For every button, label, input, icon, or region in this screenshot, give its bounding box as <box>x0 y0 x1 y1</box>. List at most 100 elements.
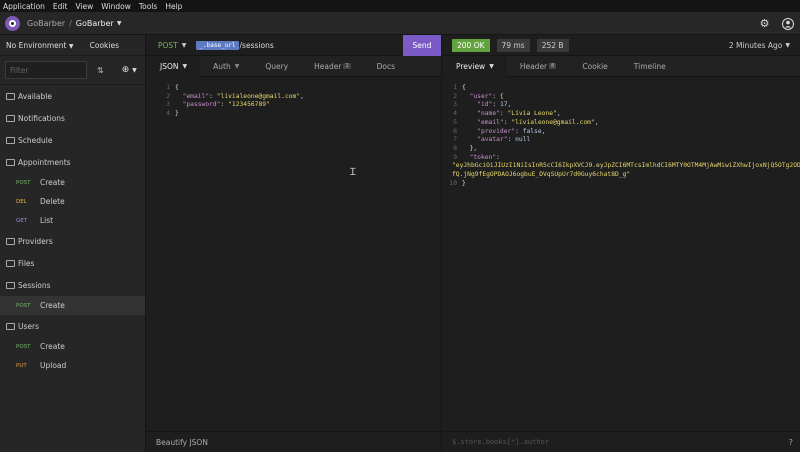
code-line: 3 "password": "123456789" <box>166 101 270 109</box>
chevron-down-icon: ▼ <box>68 42 74 50</box>
chevron-down-icon: ▼ <box>489 62 494 70</box>
method-dropdown[interactable]: POST ▼ <box>158 41 186 50</box>
tab-query[interactable]: Query <box>252 56 301 77</box>
menu-bar: Application Edit View Window Tools Help <box>0 0 800 12</box>
tab-timeline[interactable]: Timeline <box>621 56 679 77</box>
tab-response-header[interactable]: Header 8 <box>507 56 570 77</box>
history-dropdown[interactable]: 2 Minutes Ago ▼ <box>729 41 790 50</box>
folder-files[interactable]: Files <box>0 252 145 274</box>
breadcrumb-separator: / <box>69 18 72 28</box>
url-input[interactable]: _.base_url /sessions <box>196 40 274 50</box>
send-button[interactable]: Send <box>403 35 441 56</box>
help-icon[interactable]: ? <box>789 438 793 447</box>
add-dropdown-icon[interactable]: ⊕ ▼ <box>122 65 137 75</box>
folder-icon <box>6 114 15 122</box>
sort-icon[interactable]: ⇅ <box>97 66 104 75</box>
tab-cookie[interactable]: Cookie <box>569 56 620 77</box>
header-count-badge: 1 <box>343 63 351 69</box>
tab-auth[interactable]: Auth ▼ <box>200 56 252 77</box>
menu-application[interactable]: Application <box>3 2 45 11</box>
code-line: fQ.jNg9fEgOPDAOJ6ogbuE_DVqSUpUr7d0Guy6ch… <box>452 171 631 179</box>
chevron-down-icon[interactable]: ▼ <box>117 20 122 27</box>
menu-view[interactable]: View <box>75 2 93 11</box>
text-cursor-icon: Ɪ <box>350 167 356 178</box>
header-count-badge: 8 <box>549 63 557 69</box>
folder-icon <box>6 259 15 267</box>
menu-edit[interactable]: Edit <box>53 2 68 11</box>
folder-providers[interactable]: Providers <box>0 230 145 252</box>
menu-window[interactable]: Window <box>101 2 131 11</box>
code-line: 9 "token": <box>453 153 500 161</box>
chevron-down-icon: ▼ <box>181 41 187 49</box>
code-line: 4} <box>166 110 179 118</box>
folder-appointments[interactable]: Appointments <box>0 151 145 173</box>
folder-open-icon <box>6 281 15 289</box>
tab-docs[interactable]: Docs <box>364 56 408 77</box>
folder-icon <box>6 92 15 100</box>
chevron-down-icon: ▼ <box>785 41 790 49</box>
request-appointments-create[interactable]: POST Create <box>0 173 145 192</box>
time-badge: 79 ms <box>496 38 530 52</box>
code-line: 3 "id": 17, <box>453 101 512 109</box>
url-bar: POST ▼ _.base_url /sessions Send <box>147 35 441 56</box>
beautify-json-button[interactable]: Beautify JSON <box>147 431 442 452</box>
url-path: /sessions <box>239 40 274 50</box>
folder-icon <box>6 136 15 144</box>
chevron-down-icon: ▼ <box>182 62 188 70</box>
sidebar: No Environment ▼ Cookies Filter ⇅ ⊕ ▼ Av… <box>0 35 146 452</box>
title-bar: GoBarber / GoBarber ▼ ⚙ <box>0 12 800 35</box>
response-tabs: Preview ▼ Header 8 Cookie Timeline <box>443 55 800 77</box>
menu-help[interactable]: Help <box>165 2 182 11</box>
response-status-bar: 200 OK 79 ms 252 B 2 Minutes Ago ▼ <box>443 35 800 56</box>
code-line: 1{ <box>453 84 466 91</box>
size-badge: 252 B <box>536 38 569 52</box>
collection-name[interactable]: GoBarber <box>76 19 114 28</box>
folder-schedule[interactable]: Schedule <box>0 129 145 151</box>
request-body-editor[interactable]: 1{ 2 "email": "livialeone@gmail.com", 3 … <box>156 84 304 119</box>
chevron-down-icon: ▼ <box>234 62 240 70</box>
folder-sessions[interactable]: Sessions <box>0 274 145 296</box>
response-body-viewer[interactable]: 1{ 2 "user": { 3 "id": 17, 4 "name": "Lí… <box>443 84 800 188</box>
account-icon[interactable] <box>780 16 795 31</box>
folder-available[interactable]: Available <box>0 85 145 107</box>
tab-preview[interactable]: Preview ▼ <box>443 55 507 77</box>
request-sessions-create[interactable]: POST Create <box>0 296 145 315</box>
code-line: 6 "provider": false, <box>453 127 546 135</box>
code-line: 1{ <box>166 84 179 91</box>
insomnia-logo-icon[interactable] <box>5 15 20 31</box>
environment-row: No Environment ▼ Cookies <box>0 35 145 56</box>
menu-tools[interactable]: Tools <box>139 2 157 11</box>
code-line: "eyJhbGciOiJIUzI1NiIsInR5cCI6IkpXVCJ9.ey… <box>452 162 800 170</box>
workspace-name[interactable]: GoBarber <box>27 19 65 28</box>
folder-open-icon <box>6 322 15 330</box>
code-line: 4 "name": "Lívia Leone", <box>453 110 561 118</box>
folder-notifications[interactable]: Notifications <box>0 107 145 129</box>
breadcrumb: GoBarber / GoBarber ▼ <box>27 19 121 28</box>
filter-input[interactable]: Filter <box>5 61 87 79</box>
request-pane: POST ▼ _.base_url /sessions Send JSON ▼ Au… <box>147 35 442 452</box>
tab-json-body[interactable]: JSON ▼ <box>147 55 201 77</box>
code-line: 5 "email": "livialeone@gmail.com", <box>453 118 599 126</box>
status-badge: 200 OK <box>452 38 490 52</box>
code-line: 8 }, <box>453 144 478 152</box>
filter-row: Filter ⇅ ⊕ ▼ <box>0 56 145 85</box>
environment-dropdown[interactable]: No Environment ▼ <box>6 41 74 50</box>
code-line: 10} <box>449 179 466 187</box>
request-tabs: JSON ▼ Auth ▼ Query Header 1 Docs <box>147 55 441 77</box>
code-line: 7 "avatar": null <box>453 136 531 144</box>
tab-header[interactable]: Header 1 <box>301 56 364 77</box>
code-line: 2 "user": { <box>453 92 504 100</box>
request-appointments-list[interactable]: GET List <box>0 211 145 230</box>
url-variable-tag[interactable]: _.base_url <box>196 40 239 50</box>
code-line: 2 "email": "livialeone@gmail.com", <box>166 92 304 100</box>
request-users-create[interactable]: POST Create <box>0 337 145 356</box>
cookies-button[interactable]: Cookies <box>90 41 119 50</box>
request-users-upload[interactable]: PUT Upload <box>0 356 145 375</box>
request-appointments-delete[interactable]: DEL Delete <box>0 192 145 211</box>
folder-icon <box>6 237 15 245</box>
gear-icon[interactable]: ⚙ <box>757 16 772 31</box>
response-filter-input[interactable]: $.store.books[*].author ? <box>443 431 800 452</box>
response-pane: 200 OK 79 ms 252 B 2 Minutes Ago ▼ Previe… <box>443 35 800 452</box>
folder-open-icon <box>6 158 15 166</box>
folder-users[interactable]: Users <box>0 315 145 337</box>
